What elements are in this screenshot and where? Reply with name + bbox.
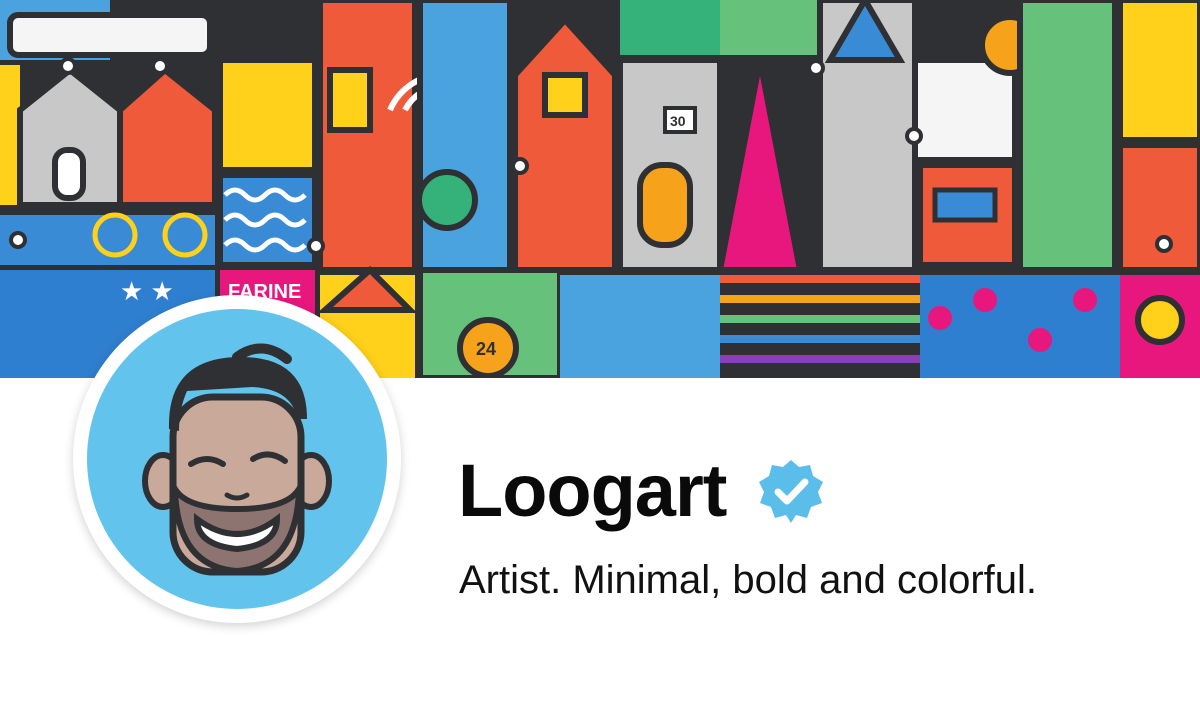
cover-sign-30: 30 [670, 113, 686, 129]
avatar[interactable] [73, 295, 401, 623]
verified-badge-icon [756, 456, 826, 526]
profile-bio: Artist. Minimal, bold and colorful. [459, 558, 1038, 602]
cover-sign-24: 24 [476, 339, 496, 359]
profile-header: Loogart [458, 446, 826, 536]
avatar-image [87, 309, 387, 609]
svg-text:★ ★: ★ ★ [120, 276, 174, 306]
avatar-illustration [142, 343, 332, 576]
profile-name: Loogart [458, 449, 727, 532]
